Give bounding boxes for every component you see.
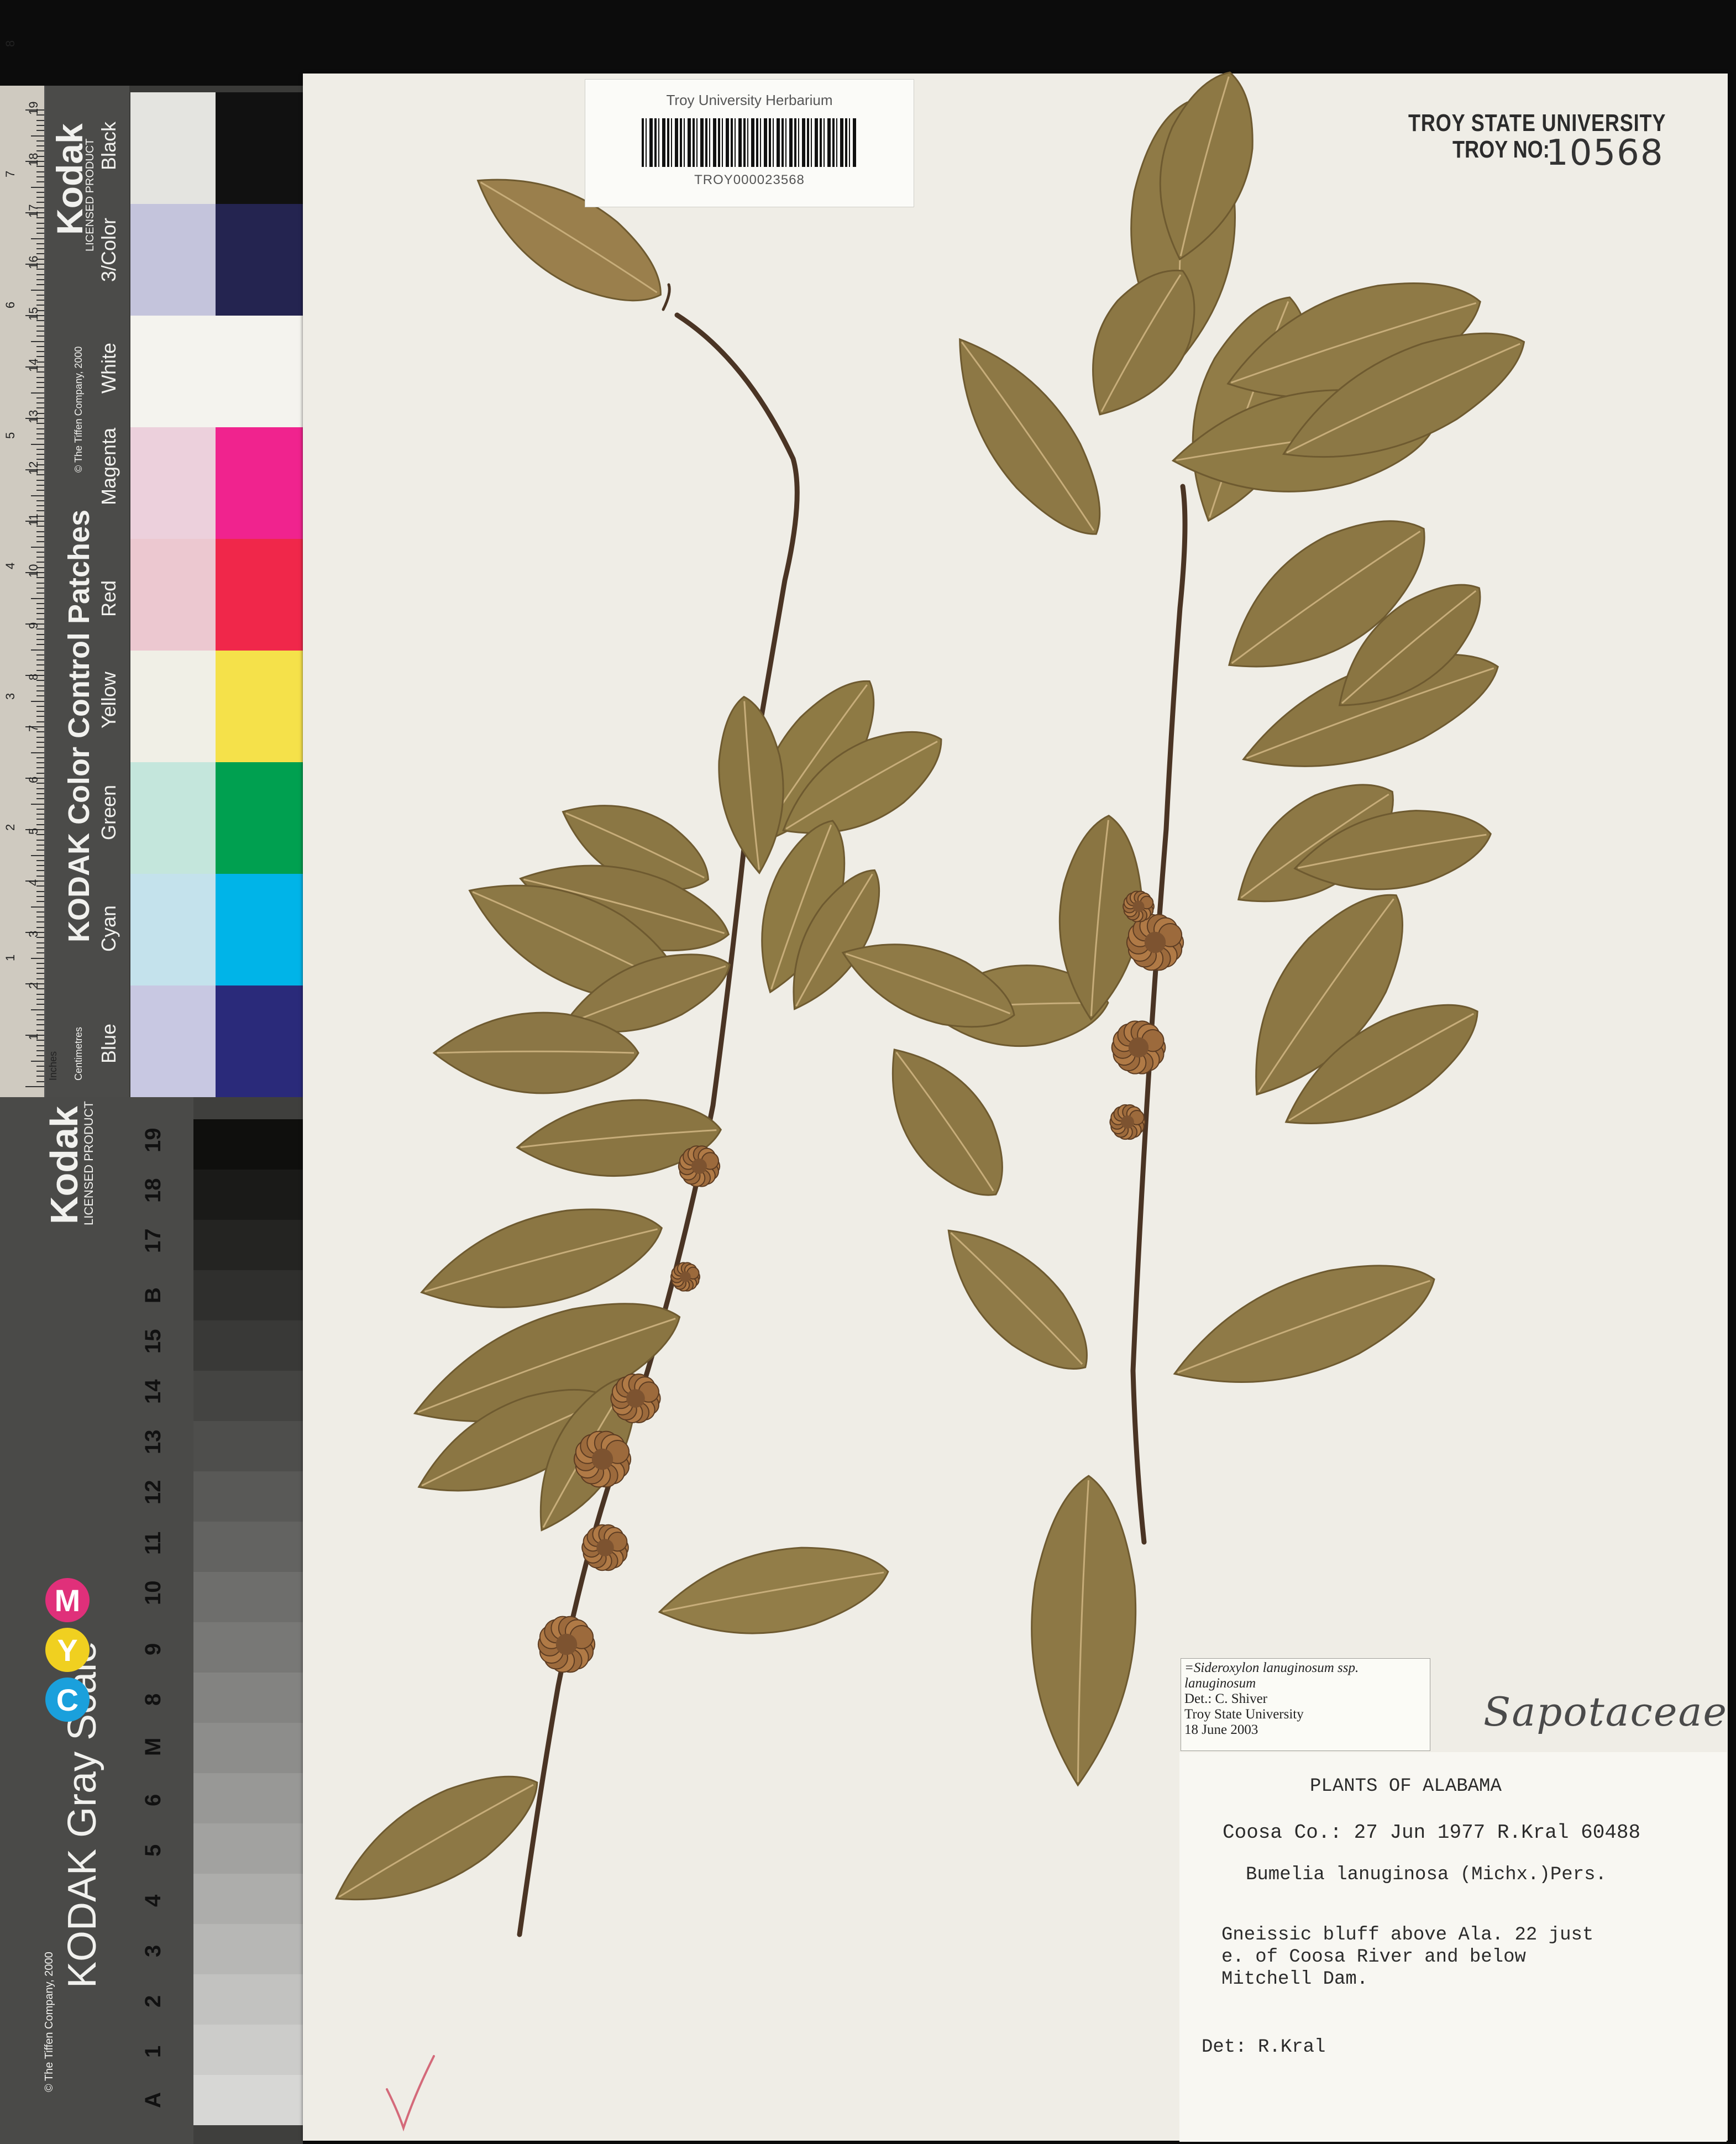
leaf	[334, 1775, 538, 1901]
fruit-cluster	[537, 1616, 596, 1673]
accession-number: 10568	[1546, 133, 1664, 174]
fruit-cluster	[581, 1524, 629, 1571]
collection-info: Coosa Co.: 27 Jun 1977 R.Kral 60488	[1223, 1821, 1641, 1844]
leaf	[891, 1049, 1003, 1196]
check-mark	[386, 2055, 435, 2132]
fruit-cluster	[1123, 890, 1155, 922]
locality: Gneissic bluff above Ala. 22 just e. of …	[1221, 1924, 1593, 1990]
fruit-cluster	[1111, 1020, 1166, 1074]
leaf	[1173, 1265, 1435, 1383]
annotation-label: =Sideroxylon lanuginosum ssp. lanuginosu…	[1181, 1658, 1430, 1751]
stamp-troy-no: TROY NO:	[1452, 136, 1550, 163]
specimen-label: PLANTS OF ALABAMA Coosa Co.: 27 Jun 1977…	[1179, 1752, 1727, 2142]
fruit-cluster	[678, 1145, 721, 1187]
leaf	[947, 1229, 1088, 1370]
fruit-cluster	[573, 1430, 632, 1488]
annotation-subspecies: lanuginosum	[1184, 1676, 1256, 1691]
locality-line: Mitchell Dam.	[1221, 1969, 1368, 1990]
fruit-cluster	[670, 1262, 701, 1292]
annotation-determiner: Det.: C. Shiver	[1184, 1691, 1267, 1706]
fruit-cluster	[610, 1374, 661, 1423]
leaf	[718, 695, 784, 874]
annotation-name: =Sideroxylon lanuginosum ssp.	[1184, 1660, 1359, 1675]
herbarium-name: Troy University Herbarium	[666, 92, 833, 108]
locality-line: e. of Coosa River and below	[1221, 1947, 1526, 1968]
fruit-cluster	[1126, 914, 1184, 971]
label-determiner: Det: R.Kral	[1202, 2037, 1326, 2058]
stem	[1130, 484, 1188, 1545]
annotation-date: 18 June 2003	[1184, 1722, 1258, 1737]
barcode-label: Troy University Herbarium TROY000023568	[585, 79, 914, 207]
leaf	[658, 1547, 889, 1634]
stem	[662, 283, 671, 311]
fruit-cluster	[1109, 1104, 1146, 1140]
label-header: PLANTS OF ALABAMA	[1310, 1776, 1502, 1797]
family-name: Sapotaceae	[1483, 1689, 1728, 1735]
taxon-name: Bumelia lanuginosa (Michx.)Pers.	[1246, 1864, 1607, 1885]
locality-line: Gneissic bluff above Ala. 22 just	[1221, 1925, 1594, 1946]
leaf	[1031, 1475, 1137, 1787]
barcode	[642, 118, 857, 167]
annotation-institution: Troy State University	[1184, 1707, 1304, 1722]
barcode-number: TROY000023568	[694, 172, 805, 187]
